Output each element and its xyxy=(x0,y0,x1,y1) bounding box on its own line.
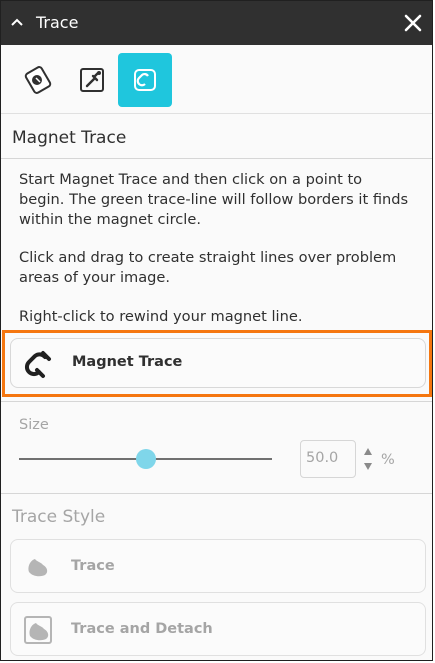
divider xyxy=(1,493,432,494)
title-bar: Trace xyxy=(1,1,432,45)
trace-style-detach-button[interactable]: Trace and Detach xyxy=(10,602,426,656)
section-title: Magnet Trace xyxy=(12,128,127,148)
trace-detach-icon xyxy=(24,616,52,644)
magnet-icon xyxy=(24,351,51,378)
instruction-text: Right-click to rewind your magnet line. xyxy=(19,308,303,325)
eyedropper-icon xyxy=(80,68,104,92)
close-icon[interactable] xyxy=(402,12,424,34)
divider xyxy=(1,401,432,402)
trace-style-detach-label: Trace and Detach xyxy=(71,621,213,637)
panel-title: Trace xyxy=(36,13,79,32)
basic-trace-icon xyxy=(24,66,52,94)
tool-selector xyxy=(1,45,432,114)
trace-icon xyxy=(28,559,48,577)
trace-style-trace-button[interactable]: Trace xyxy=(10,539,426,593)
magnet-trace-button[interactable]: Magnet Trace xyxy=(10,338,426,388)
content-area: Magnet Trace Start Magnet Trace and then… xyxy=(1,114,432,660)
size-label: Size xyxy=(19,417,49,433)
size-stepper-icon[interactable] xyxy=(362,444,374,474)
trace-panel: Trace Magnet Trace Start Magnet Trace an… xyxy=(0,0,433,661)
size-input[interactable]: 50.0 xyxy=(300,440,356,478)
basic-trace-tool-button[interactable] xyxy=(11,53,65,107)
color-trace-tool-button[interactable] xyxy=(65,53,119,107)
instruction-text: Start Magnet Trace and then click on a p… xyxy=(19,171,409,228)
size-slider[interactable] xyxy=(19,447,272,471)
size-unit: % xyxy=(381,452,395,468)
divider xyxy=(1,158,432,159)
magnet-trace-button-label: Magnet Trace xyxy=(72,354,183,370)
trace-style-trace-label: Trace xyxy=(71,558,115,574)
slider-thumb[interactable] xyxy=(135,449,156,469)
magnet-icon xyxy=(134,69,156,91)
trace-style-label: Trace Style xyxy=(12,507,106,527)
instruction-text: Click and drag to create straight lines … xyxy=(19,249,397,286)
collapse-caret-icon[interactable] xyxy=(9,15,25,29)
magnet-trace-tool-button[interactable] xyxy=(118,53,172,107)
